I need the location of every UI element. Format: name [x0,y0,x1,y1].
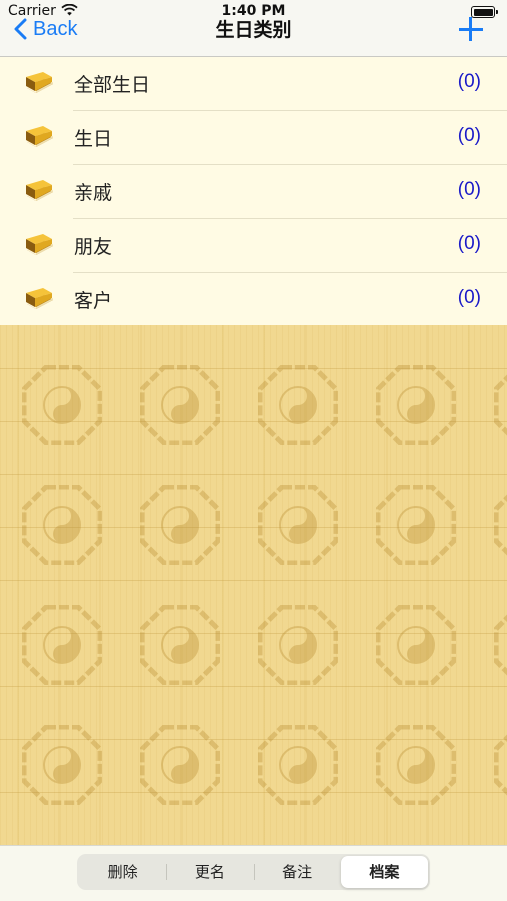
category-list: 全部生日 (0) 生日 (0) 亲戚 (0) 朋友 (0) 客户 (0) [0,57,507,327]
category-label: 全部生日 [74,74,151,96]
segment-notes[interactable]: 备注 [253,856,341,888]
bagua-watermark-icon [258,485,338,565]
bagua-watermark-icon [140,365,220,445]
bagua-watermark-icon [140,485,220,565]
bagua-watermark-icon [22,605,102,685]
category-count: (0) [457,179,481,200]
bagua-watermark-icon [376,365,456,445]
book-icon [26,180,53,201]
bagua-watermark-icon [22,485,102,565]
bagua-watermark-icon [376,725,456,805]
book-icon [26,126,53,147]
category-label: 亲戚 [74,182,113,204]
bagua-watermark-icon [494,614,507,676]
bagua-watermark-icon [140,725,220,805]
bagua-watermark-icon [140,605,220,685]
segment-delete[interactable]: 删除 [79,856,166,888]
segment-rename[interactable]: 更名 [166,856,253,888]
list-item-clients[interactable]: 客户 (0) [0,273,507,327]
navigation-bar: Carrier 1:40 PM Back 生日类别 [0,0,507,57]
bagua-watermark-icon [258,605,338,685]
list-item-friends[interactable]: 朋友 (0) [0,219,507,273]
category-count: (0) [457,71,481,92]
list-item-birthday[interactable]: 生日 (0) [0,111,507,165]
segment-archive[interactable]: 档案 [340,856,428,888]
bagua-watermark-icon [494,734,507,796]
category-label: 客户 [74,290,113,312]
category-label: 生日 [74,128,113,150]
add-category-button[interactable] [459,17,483,41]
category-count: (0) [457,287,481,308]
page-title: 生日类别 [215,19,292,41]
list-item-all-birthdays[interactable]: 全部生日 (0) [0,57,507,111]
segmented-control: 删除 更名 备注 档案 [77,854,430,890]
bagua-watermark-icon [376,605,456,685]
book-icon [26,72,53,93]
book-icon [26,234,53,255]
book-icon [26,288,53,309]
bottom-toolbar: 删除 更名 备注 档案 [0,845,507,901]
bagua-watermark-icon [494,494,507,556]
bagua-watermark-icon [494,374,507,436]
category-label: 朋友 [74,236,113,258]
bagua-watermark-icon [258,725,338,805]
bagua-watermark-icon [376,485,456,565]
bagua-watermark-icon [22,725,102,805]
parchment-background [0,325,507,845]
category-count: (0) [457,125,481,146]
category-count: (0) [457,233,481,254]
bagua-watermark-icon [258,365,338,445]
bagua-watermark-icon [22,365,102,445]
list-item-relatives[interactable]: 亲戚 (0) [0,165,507,219]
